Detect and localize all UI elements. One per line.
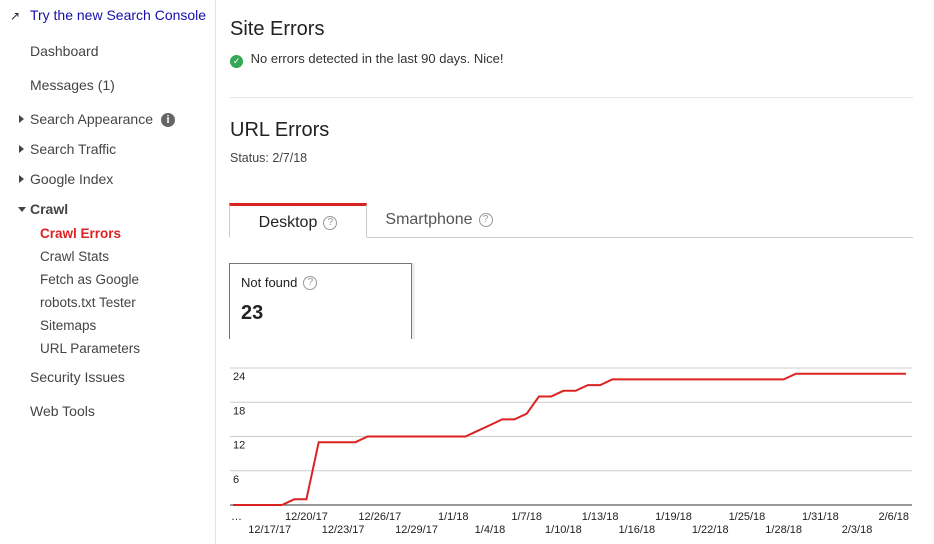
crawl-errors-chart: 6 12 18 24 … 12/20/17 12/26/17 1/1/18 1/7/18 1/13… [230,367,912,536]
x-tick-label: 12/29/17 [395,524,438,536]
x-tick-label: 1/1/18 [438,511,469,523]
y-tick-label: 12 [233,440,245,452]
x-tick-label: 1/22/18 [692,524,729,536]
x-tick-label: 12/26/17 [358,511,401,523]
x-tick-label: 12/23/17 [322,524,365,536]
x-tick-label: 2/6/18 [878,511,909,523]
x-tick-label: 1/28/18 [765,524,802,536]
x-tick-label: 2/3/18 [842,524,873,536]
y-tick-label: 24 [233,371,245,383]
x-tick-label: 1/19/18 [655,511,692,523]
x-tick-label: … [231,511,242,523]
x-tick-label: 12/17/17 [248,524,291,536]
series-line [233,372,906,506]
y-tick-label: 6 [233,474,239,486]
x-tick-label: 1/31/18 [802,511,839,523]
x-tick-label: 1/4/18 [475,524,506,536]
x-tick-label: 1/13/18 [582,511,619,523]
x-tick-label: 12/20/17 [285,511,328,523]
x-tick-label: 1/10/18 [545,524,582,536]
x-tick-label: 1/16/18 [618,524,655,536]
y-tick-label: 18 [233,405,245,417]
x-tick-label: 1/25/18 [729,511,766,523]
x-tick-label: 1/7/18 [511,511,542,523]
